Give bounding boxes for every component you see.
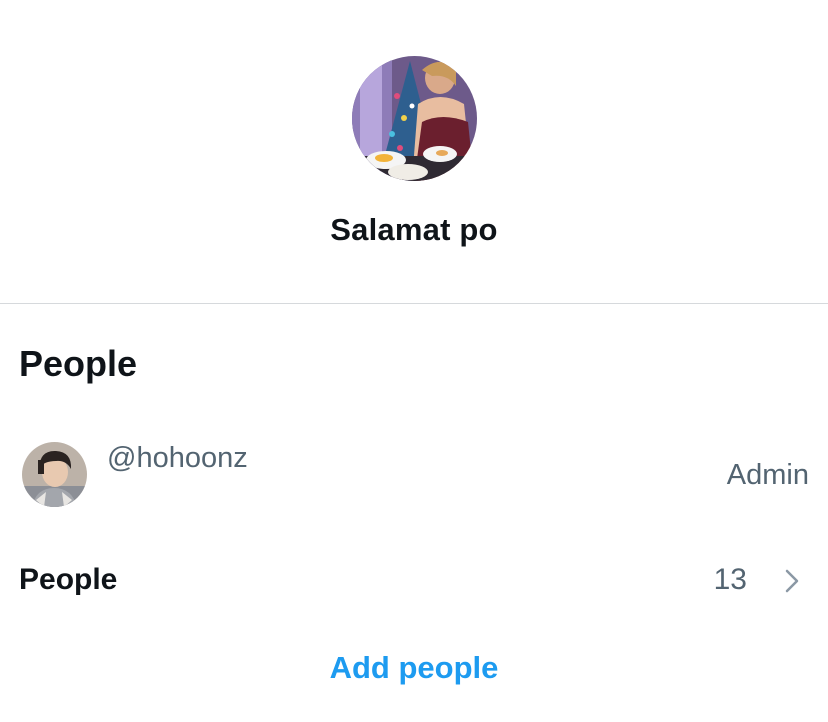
people-count: 13 [713,563,747,596]
member-role-badge: Admin [726,459,809,491]
people-row-label: People [19,563,118,596]
group-avatar[interactable] [352,56,477,181]
section-divider [0,303,828,304]
chevron-right-icon [785,569,799,593]
add-people-button[interactable]: Add people [0,650,828,686]
user-photo-avatar-icon [22,442,87,507]
member-handle[interactable]: @hohoonz [107,442,248,475]
group-name: Salamat po [330,212,498,247]
people-section-title: People [19,343,138,384]
group-photo-image [352,56,477,181]
people-list-row[interactable]: People 13 [0,552,828,608]
member-avatar[interactable] [22,442,87,507]
member-row[interactable]: @hohoonz Admin [0,432,828,512]
